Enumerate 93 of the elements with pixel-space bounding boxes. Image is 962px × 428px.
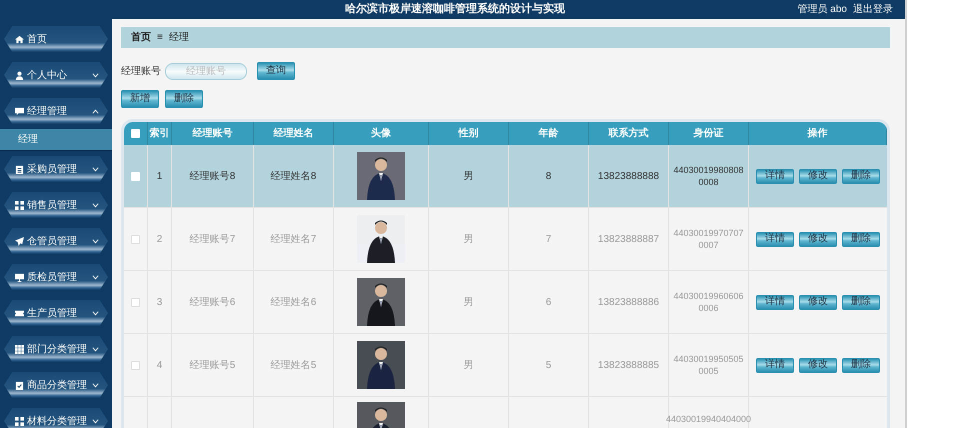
caret-icon xyxy=(92,418,99,424)
add-button[interactable]: 新增 xyxy=(121,90,159,108)
sidebar-menu-item[interactable]: 个人中心 xyxy=(4,62,108,88)
table-cell-text: 13823888886 xyxy=(598,296,660,310)
table-cell-text: 13823888885 xyxy=(598,358,660,372)
details-button[interactable]: 详情 xyxy=(756,168,794,184)
breadcrumb-link[interactable]: 首页 xyxy=(131,30,151,45)
checklist-icon xyxy=(15,380,24,390)
table-cell-text: 7 xyxy=(546,232,552,246)
table-row[interactable]: 2 经理账号7 经理姓名7 男 7 13823888887 440300199707070007 详情 修改 删除 xyxy=(124,208,887,271)
sidebar-menu-item[interactable]: 部门分类管理 xyxy=(4,336,108,362)
grid-icon xyxy=(15,344,24,354)
table-cell-text: 经理账号8 xyxy=(190,170,236,184)
caret-icon xyxy=(92,274,99,280)
select-all-checkbox[interactable] xyxy=(131,129,140,138)
table-cell: 440300199606060006 xyxy=(672,290,745,314)
table-row[interactable]: 3 经理账号6 经理姓名6 男 6 13823888886 440300199606060006 详情 修改 删除 xyxy=(124,271,887,334)
sidebar-menu-item[interactable]: 仓管员管理 xyxy=(4,228,108,254)
table-cell-text: 男 xyxy=(464,296,474,310)
table-cell-text: 经理姓名5 xyxy=(270,358,316,372)
sidebar-menu-item[interactable]: 生产员管理 xyxy=(4,300,108,326)
grid-icon xyxy=(15,416,24,426)
sidebar-menu-item[interactable]: 采购员管理 xyxy=(4,156,108,182)
table-cell-text: 经理姓名7 xyxy=(270,232,316,246)
table-cell-text: 3 xyxy=(156,296,162,310)
monitor-icon xyxy=(15,272,24,282)
table-cell-text: 经理姓名6 xyxy=(270,296,316,310)
user-label: 管理员 abo xyxy=(798,4,847,14)
delete-button[interactable]: 删除 xyxy=(842,232,880,246)
logout-link[interactable]: 退出登录 xyxy=(853,4,893,14)
delete-button[interactable]: 删除 xyxy=(842,294,880,310)
details-button[interactable]: 详情 xyxy=(756,358,794,372)
details-button[interactable]: 详情 xyxy=(756,294,794,310)
table-cell: 440300199707070007 xyxy=(672,227,745,251)
caret-icon xyxy=(92,310,99,316)
caret-icon xyxy=(92,346,99,352)
table-cell-text: 4 xyxy=(156,358,162,372)
chat-icon xyxy=(15,106,24,116)
caret-icon xyxy=(92,238,99,244)
paper-plane-icon xyxy=(15,236,24,246)
table-row[interactable]: 4 经理账号5 经理姓名5 男 5 13823888885 440300199505050005 详情 修改 删除 xyxy=(124,334,887,397)
table-cell-text: 13823888887 xyxy=(598,232,660,246)
edit-button[interactable]: 修改 xyxy=(799,358,837,372)
sidebar-menu-item[interactable]: 首页 xyxy=(4,26,108,52)
caret-icon xyxy=(92,382,99,388)
table-cell-text: 13823888888 xyxy=(598,170,660,184)
grid-icon xyxy=(15,200,24,210)
edit-button[interactable]: 修改 xyxy=(799,294,837,310)
caret-icon xyxy=(92,108,99,114)
table-cell: 440300199505050005 xyxy=(672,353,745,377)
table-cell-text: 男 xyxy=(464,358,474,372)
breadcrumb-separator: ≡ xyxy=(157,31,163,45)
clipboard-icon xyxy=(15,164,24,174)
sidebar-menu-item[interactable]: 经理管理 xyxy=(4,98,108,124)
delete-button[interactable]: 删除 xyxy=(165,90,203,108)
system-title: 哈尔滨市极岸速溶咖啡管理系统的设计与实现 xyxy=(344,4,566,15)
caret-icon xyxy=(92,202,99,208)
home-icon xyxy=(15,34,24,44)
table-cell-text: 1 xyxy=(156,170,162,184)
details-button[interactable]: 详情 xyxy=(756,232,794,246)
table-row[interactable]: 1 经理账号8 经理姓名8 男 8 13823888888 440300199808080008 详情 修改 删除 xyxy=(124,145,887,208)
row-checkbox[interactable] xyxy=(131,234,140,244)
ticket-icon xyxy=(15,308,24,318)
table-cell-text: 2 xyxy=(156,232,162,246)
table-cell-text: 经理账号5 xyxy=(190,358,236,372)
table-cell: 44030019940404000 xyxy=(666,413,752,425)
table-cell-text: 8 xyxy=(546,170,552,184)
table-cell-text: 男 xyxy=(464,170,474,184)
table-cell-text: 5 xyxy=(546,358,552,372)
sidebar-menu-item[interactable]: 商品分类管理 xyxy=(4,372,108,398)
sidebar-menu-item[interactable]: 质检员管理 xyxy=(4,264,108,290)
row-checkbox[interactable] xyxy=(131,298,140,306)
table-cell-text: 经理姓名8 xyxy=(270,170,316,184)
row-checkbox[interactable] xyxy=(131,360,140,370)
table-cell-text: 男 xyxy=(464,232,474,246)
edit-button[interactable]: 修改 xyxy=(799,168,837,184)
delete-button[interactable]: 删除 xyxy=(842,358,880,372)
sidebar-menu-item[interactable]: 材料分类管理 xyxy=(4,408,108,428)
table-cell-text: 经理账号6 xyxy=(190,296,236,310)
edit-button[interactable]: 修改 xyxy=(799,232,837,246)
search-label: 经理账号 xyxy=(121,64,161,78)
sidebar-subitem[interactable]: 经理 xyxy=(0,129,112,151)
user-icon xyxy=(15,70,24,80)
table-cell-text: 6 xyxy=(546,296,552,310)
table-cell-text: 经理账号7 xyxy=(190,232,236,246)
search-button[interactable]: 查询 xyxy=(257,62,295,80)
sidebar-menu-item[interactable]: 销售员管理 xyxy=(4,192,108,218)
table-cell: 440300199808080008 xyxy=(672,164,745,188)
search-field[interactable]: 经理账号 xyxy=(165,62,247,80)
delete-button[interactable]: 删除 xyxy=(842,168,880,184)
breadcrumb-current: 经理 xyxy=(168,31,189,45)
caret-icon xyxy=(92,72,99,78)
caret-icon xyxy=(92,166,99,172)
